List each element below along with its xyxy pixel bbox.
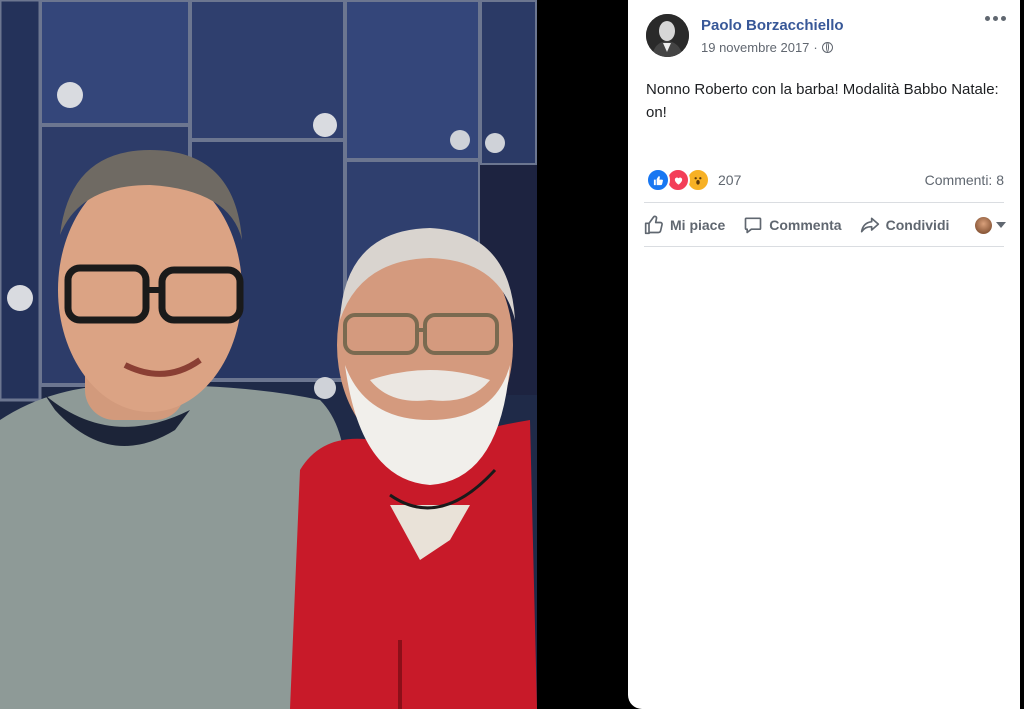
divider — [644, 246, 1004, 247]
like-button[interactable]: Mi piace — [644, 215, 725, 235]
post-header: Paolo Borzacchiello 19 novembre 2017 · — [646, 14, 1016, 58]
photo-image — [0, 0, 537, 709]
reaction-count: 207 — [718, 172, 742, 188]
reaction-identity-selector[interactable] — [975, 216, 1006, 234]
post-meta: 19 novembre 2017 · — [701, 40, 833, 55]
scrollbar-edge — [1020, 0, 1024, 320]
dot-icon — [993, 16, 998, 21]
comment-button[interactable]: Commenta — [743, 215, 842, 235]
thumbs-up-icon — [644, 215, 663, 235]
post-text: Nonno Roberto con la barba! Modalità Bab… — [646, 81, 999, 121]
photo-viewer-gap — [537, 0, 628, 709]
comments-count[interactable]: Commenti: 8 — [925, 172, 1004, 188]
share-label: Condividi — [885, 217, 950, 233]
divider — [644, 202, 1004, 203]
post-photo[interactable] — [0, 0, 537, 709]
caret-down-icon — [996, 222, 1006, 228]
meta-separator: · — [813, 40, 818, 55]
comment-label: Commenta — [769, 217, 842, 233]
reactions-summary[interactable]: 207 — [646, 168, 741, 192]
author-name[interactable]: Paolo Borzacchiello — [701, 17, 844, 34]
dot-icon — [1001, 16, 1006, 21]
dot-icon — [985, 16, 990, 21]
share-button[interactable]: Condividi — [860, 215, 950, 235]
avatar-image — [646, 14, 689, 57]
more-options-icon[interactable] — [985, 16, 1006, 21]
author-avatar[interactable] — [646, 14, 689, 57]
like-icon — [646, 168, 670, 192]
comment-icon — [744, 217, 762, 234]
share-icon — [860, 217, 879, 233]
like-label: Mi piace — [670, 217, 726, 233]
action-bar: Mi piace Commenta Condividi — [644, 210, 1006, 240]
post-date[interactable]: 19 novembre 2017 — [701, 40, 809, 55]
post-panel: Paolo Borzacchiello 19 novembre 2017 · N… — [628, 0, 1020, 709]
profile-avatar-icon — [975, 216, 992, 234]
globe-icon[interactable] — [821, 42, 833, 53]
